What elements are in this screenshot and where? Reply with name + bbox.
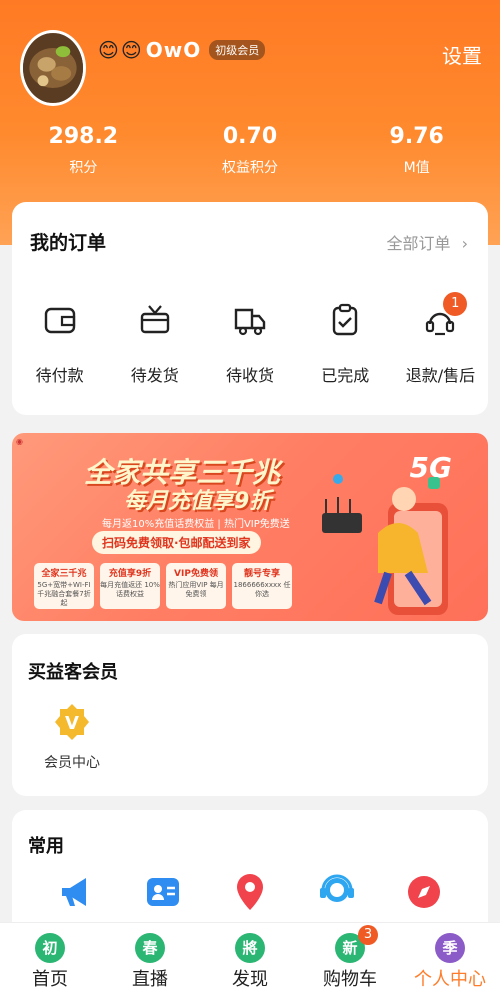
tab-label: 个人中心 — [414, 969, 486, 990]
bottom-tab-bar: 初 首页 春 直播 將 发现 3 新 购物车 季 个人中心 — [0, 922, 500, 1000]
coupon-desc: 热门应用VIP 每月免费领 — [168, 581, 224, 598]
stat-value: 0.70 — [222, 124, 278, 149]
order-item-refund[interactable]: 1 退款/售后 — [393, 292, 488, 386]
banner-cta: 扫码免费领取·包邮配送到家 — [92, 531, 261, 554]
package-icon — [140, 305, 169, 334]
orders-title: 我的订单 — [30, 232, 107, 254]
banner-coupon: 靓号专享 1866666xxxx 任你选 — [232, 563, 292, 609]
order-item-label: 待付款 — [35, 366, 84, 385]
banner-subheadline: 每月充值享9折 — [124, 489, 272, 514]
clipboard-check-icon — [333, 303, 358, 336]
common-tools-row — [12, 872, 488, 912]
settings-button[interactable]: 设置 — [442, 40, 482, 69]
discover-icon: 將 — [235, 933, 265, 963]
all-orders-link[interactable]: 全部订单 › — [386, 230, 468, 254]
stat-label: 积分 — [69, 160, 98, 176]
coupon-title: 充值享9折 — [108, 569, 152, 579]
order-item-label: 已完成 — [321, 366, 370, 385]
live-icon: 春 — [135, 933, 165, 963]
common-tools-card: 常用 — [12, 810, 488, 935]
order-item-pending-receipt[interactable]: 待收货 — [202, 302, 297, 386]
stat-points[interactable]: 298.2 积分 — [0, 124, 167, 177]
banner-illustration — [322, 474, 448, 615]
location-pin-icon[interactable] — [230, 872, 270, 912]
avatar-image — [23, 33, 83, 103]
contact-card-icon[interactable] — [143, 872, 183, 912]
home-icon: 初 — [35, 933, 65, 963]
order-item-label: 待发货 — [130, 366, 179, 385]
coupon-desc: 1866666xxxx 任你选 — [233, 581, 291, 598]
coupon-title: VIP免费领 — [174, 569, 218, 579]
compass-icon[interactable] — [404, 872, 444, 912]
wallet-icon — [44, 307, 75, 334]
stat-value: 9.76 — [389, 124, 444, 149]
orders-card: 我的订单 全部订单 › 待付款 待发货 待收货 已完成 1 退款/售后 — [12, 202, 488, 415]
banner-subtext: 每月返10%充值话费权益 | 热门VIP免费送 — [102, 519, 290, 530]
profile-icon: 季 — [435, 933, 465, 963]
order-item-label: 待收货 — [226, 366, 275, 385]
banner-coupons: 全家三千兆 5G+宽带+WI-FI 千兆融合套餐7折起 充值享9折 每月充值返还… — [34, 563, 292, 609]
truck-icon — [234, 308, 266, 336]
promo-banner[interactable]: ◉ 全家共享三千兆 每月充值享9折 每月返10%充值话费权益 | 热门VIP免费… — [12, 433, 488, 621]
cart-count-badge: 3 — [358, 925, 378, 945]
chevron-right-icon: › — [461, 234, 468, 253]
member-card: 买益客会员 V 会员中心 — [12, 634, 488, 796]
smile-emoji: 😊 — [98, 38, 119, 62]
stat-benefit-points[interactable]: 0.70 权益积分 — [167, 124, 334, 177]
banner-coupon: 充值享9折 每月充值返还 10%话费权益 — [100, 563, 160, 609]
coupon-title: 全家三千兆 — [41, 569, 87, 579]
refund-count-badge: 1 — [443, 292, 468, 316]
member-center-button[interactable]: V 会员中心 — [32, 702, 112, 772]
coupon-desc: 5G+宽带+WI-FI 千兆融合套餐7折起 — [37, 581, 91, 607]
banner-coupon: VIP免费领 热门应用VIP 每月免费领 — [166, 563, 226, 609]
stat-value: 298.2 — [48, 124, 119, 149]
tab-label: 直播 — [132, 969, 168, 990]
stat-m-value[interactable]: 9.76 M值 — [333, 124, 500, 177]
tab-live[interactable]: 春 直播 — [100, 923, 200, 1000]
all-orders-label: 全部订单 — [386, 234, 451, 253]
vip-badge-icon: V — [55, 704, 89, 740]
coupon-desc: 每月充值返还 10%话费权益 — [100, 581, 160, 598]
tab-cart[interactable]: 3 新 购物车 — [300, 923, 400, 1000]
nickname-row: 😊 😊 OwO 初级会员 — [98, 38, 266, 62]
member-title: 买益客会员 — [28, 662, 118, 683]
member-center-label: 会员中心 — [44, 755, 100, 771]
tab-label: 首页 — [32, 969, 68, 990]
banner-coupon: 全家三千兆 5G+宽带+WI-FI 千兆融合套餐7折起 — [34, 563, 94, 609]
smile-emoji: 😊 — [120, 38, 142, 62]
member-level-badge: 初级会员 — [209, 40, 266, 60]
order-status-row: 待付款 待发货 待收货 已完成 1 退款/售后 — [12, 292, 488, 386]
order-item-completed[interactable]: 已完成 — [298, 302, 393, 386]
vip-badge-glyph: V — [65, 713, 79, 734]
tab-profile[interactable]: 季 个人中心 — [400, 923, 500, 1000]
tab-label: 发现 — [232, 969, 268, 990]
tab-discover[interactable]: 將 发现 — [200, 923, 300, 1000]
coupon-title: 靓号专享 — [243, 569, 280, 579]
tab-label: 购物车 — [323, 969, 377, 990]
avatar[interactable] — [20, 30, 86, 106]
stats-row: 298.2 积分 0.70 权益积分 9.76 M值 — [0, 124, 500, 177]
nickname: OwO — [145, 38, 202, 62]
customer-service-icon[interactable] — [317, 872, 357, 912]
stat-label: 权益积分 — [222, 160, 278, 176]
tab-home[interactable]: 初 首页 — [0, 923, 100, 1000]
order-item-pending-payment[interactable]: 待付款 — [12, 302, 107, 386]
carrier-logo: ◉ — [16, 437, 23, 446]
megaphone-icon[interactable] — [56, 872, 96, 912]
order-item-pending-shipment[interactable]: 待发货 — [107, 302, 202, 386]
order-item-label: 退款/售后 — [405, 366, 476, 385]
common-title: 常用 — [28, 836, 64, 857]
stat-label: M值 — [403, 160, 430, 176]
